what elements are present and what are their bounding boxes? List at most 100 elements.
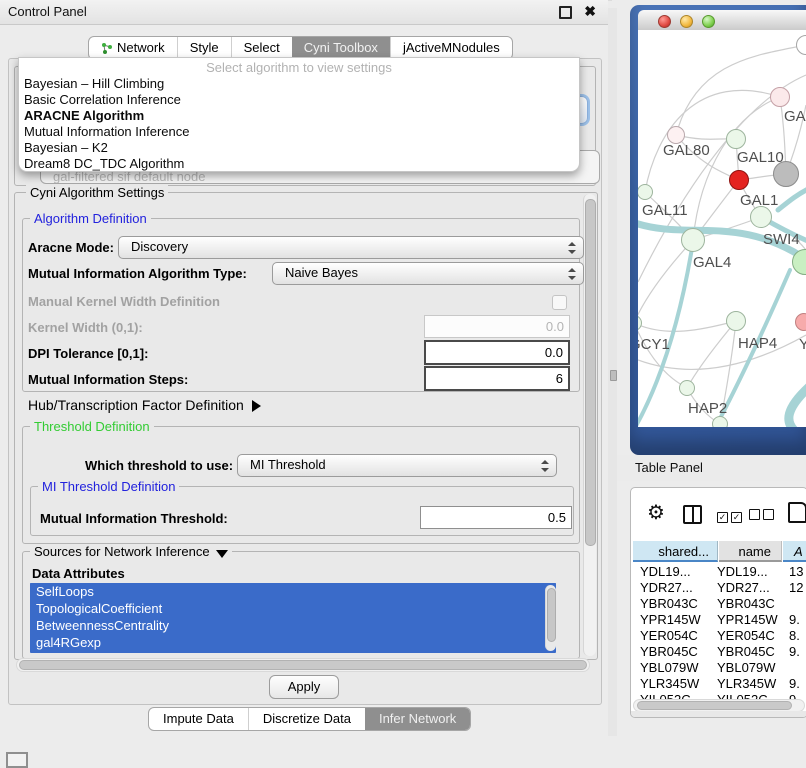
table-panel-title: Table Panel [635,460,703,475]
gear-icon[interactable]: ⚙ [647,500,665,525]
tab-jactivemnodules[interactable]: jActiveMNodules [390,37,512,59]
which-threshold-combo[interactable]: MI Threshold [237,454,557,477]
control-panel-title: Control Panel [8,4,87,19]
node-label-gal4: GAL4 [693,254,731,271]
combo-spinner-icon [541,460,549,472]
tab-label: Cyni Toolbox [304,37,378,59]
mi-threshold-field[interactable]: 0.5 [420,506,572,529]
cell: YDR27... [717,580,781,596]
tab-style[interactable]: Style [177,37,231,59]
minimized-window-icon[interactable] [6,752,28,768]
tab-label: Style [190,37,219,59]
table-hscrollbar-thumb[interactable] [637,701,792,710]
which-threshold-value: MI Threshold [250,457,326,472]
combo-spinner-icon [568,268,576,280]
cyni-settings-title: Cyni Algorithm Settings [26,185,168,200]
control-panel-titlebar: Control Panel ✖ [0,0,608,25]
node-label-hap2: HAP2 [688,400,727,417]
tab-impute-data[interactable]: Impute Data [149,708,248,730]
expand-right-icon [252,400,261,412]
deselect-all-checkboxes-icon[interactable] [749,507,777,525]
node-gal1[interactable] [750,206,772,228]
dropdown-item[interactable]: Mutual Information Inference [19,124,584,140]
dropdown-item[interactable]: Bayesian – Hill Climbing [19,76,584,92]
cell: 12 [789,580,806,596]
which-threshold-label: Which threshold to use: [85,458,233,473]
tab-infer-network[interactable]: Infer Network [365,708,470,730]
node-gal10-red[interactable] [729,170,749,190]
dropdown-item[interactable]: Basic Correlation Inference [19,92,584,108]
minimize-traffic-light[interactable] [680,15,693,28]
node-gal4[interactable] [681,228,705,252]
network-canvas[interactable]: GAL7 GAL80 GAL10 GAL1 GAL11 SWI4 GAL4 GC… [638,30,806,427]
cell: 9 [789,692,806,699]
threshold-title: Threshold Definition [30,419,154,434]
close-traffic-light[interactable] [658,15,671,28]
tab-label: Select [244,37,280,59]
tab-cyni-toolbox[interactable]: Cyni Toolbox [292,37,390,59]
cell: YIL052C [640,692,718,699]
attr-list-scrollbar-thumb[interactable] [547,588,556,642]
tab-label: Network [117,37,165,59]
node-label-y: Y [799,336,806,353]
splitter-grip-icon [610,370,617,381]
dpi-tolerance-field[interactable]: 0.0 [424,340,570,365]
table-panel-frame: ⚙ ✓✓ shared... name A YDL19... YDL19... … [630,487,806,718]
sources-title: Sources for Network Inference [34,544,210,559]
network-window-titlebar[interactable] [638,10,806,31]
select-all-checkboxes-icon[interactable]: ✓✓ [717,507,745,525]
attr-list-scrollbar-track[interactable] [545,585,556,651]
node-gal7[interactable] [770,87,790,107]
settings-scrollbar-track[interactable] [583,194,596,656]
cell: YLR345W [640,676,718,692]
mi-threshold-title: MI Threshold Definition [38,479,179,494]
node-label-hap4: HAP4 [738,335,777,352]
document-icon[interactable] [788,502,806,523]
node-bottom[interactable] [712,416,728,427]
node-hap4[interactable] [726,311,746,331]
column-header-name[interactable]: name [719,541,782,562]
dropdown-item-selected[interactable]: ARACNE Algorithm [19,108,584,124]
cell: YBR043C [717,596,781,612]
attribute-item[interactable]: SelfLoops [30,583,556,600]
cell: YER054C [640,628,718,644]
dropdown-item[interactable]: Bayesian – K2 [19,140,584,156]
manual-kernel-checkbox[interactable] [552,295,567,310]
dropdown-item[interactable]: Dream8 DC_TDC Algorithm [19,156,584,172]
tab-network[interactable]: Network [89,37,177,59]
cell: YPR145W [717,612,781,628]
mi-type-combo[interactable]: Naive Bayes [272,262,584,285]
float-window-icon[interactable] [559,6,572,19]
tab-label: jActiveMNodules [403,37,500,59]
column-header-shared[interactable]: shared... [633,541,718,562]
settings-scrollbar-thumb[interactable] [585,199,596,546]
apply-button[interactable]: Apply [269,675,339,699]
aracne-mode-combo[interactable]: Discovery [118,236,584,259]
tab-discretize-data[interactable]: Discretize Data [248,708,365,730]
cell: 8. [789,628,806,644]
column-header-partial[interactable]: A [783,541,806,562]
algorithm-dropdown-list: Select algorithm to view settings Bayesi… [18,57,580,172]
cell: YDR27... [640,580,718,596]
mi-steps-field[interactable]: 6 [424,366,570,391]
attribute-item[interactable]: gal4RGexp [30,634,556,651]
cell: YBL079W [717,660,781,676]
settings-hscrollbar-track[interactable] [16,658,590,672]
mi-steps-label: Mutual Information Steps: [28,372,188,387]
close-icon[interactable]: ✖ [584,3,596,20]
attribute-item[interactable]: BetweennessCentrality [30,617,556,634]
panel-splitter[interactable] [608,8,617,736]
attribute-item[interactable]: TopologicalCoefficient [30,600,556,617]
sources-expander[interactable]: Sources for Network Inference [30,544,232,559]
tab-select[interactable]: Select [231,37,292,59]
split-columns-icon[interactable] [683,505,702,524]
node-salmon[interactable] [795,313,806,331]
cell: YLR345W [717,676,781,692]
kernel-width-field[interactable]: 0.0 [424,315,570,338]
node-hap2[interactable] [679,380,695,396]
hub-definition-expander[interactable]: Hub/Transcription Factor Definition [28,397,261,413]
settings-hscrollbar-thumb[interactable] [19,660,587,670]
zoom-traffic-light[interactable] [702,15,715,28]
node-label-gal11: GAL11 [642,202,688,219]
node-gal80[interactable] [726,129,746,149]
